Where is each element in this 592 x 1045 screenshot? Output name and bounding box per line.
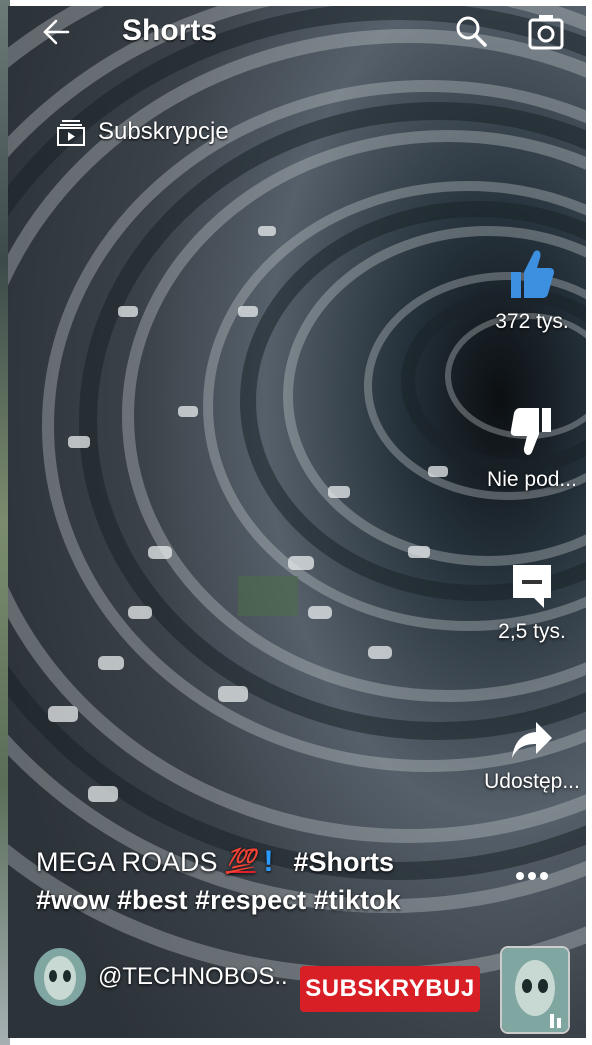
subscriptions-icon [57,120,85,146]
channel-info[interactable]: @TECHNOBOS.. [34,948,288,1006]
more-icon [516,872,548,880]
back-arrow-icon[interactable] [38,14,74,50]
comments-button[interactable]: 2,5 tys. [482,562,582,644]
caption-hashtags[interactable]: #wow #best #respect #tiktok [36,880,476,920]
channel-handle[interactable]: @TECHNOBOS.. [98,963,288,991]
page-title: Shorts [122,14,218,47]
channel-avatar[interactable] [34,948,86,1006]
caption-title: MEGA ROADS [36,847,218,877]
sound-thumbnail[interactable] [500,946,570,1034]
dislike-button[interactable]: Nie pod... [482,406,582,492]
thumbs-up-icon [511,250,554,298]
subscribe-button[interactable]: SUBSKRYBUJ [300,966,480,1012]
comment-icon [513,565,551,608]
dislike-label: Nie pod... [487,468,577,491]
like-button[interactable]: 372 tys. [482,246,582,334]
subscriptions-link[interactable]: Subskrypcje [56,112,229,152]
hashtag-shorts[interactable]: #Shorts [293,844,394,880]
share-label: Udostęp... [484,770,580,793]
shorts-player[interactable]: Shorts Subskrypcje 372 tys. Nie pod... 2… [8,6,586,1038]
thumbs-down-icon [510,408,551,455]
exclamation-emoji: ! [263,845,274,878]
share-icon [512,722,552,758]
share-button[interactable]: Udostęp... [482,718,582,794]
subscriptions-label: Subskrypcje [98,118,229,145]
comment-count: 2,5 tys. [498,620,566,643]
camera-icon[interactable] [526,12,566,52]
top-bar: Shorts [8,6,586,66]
more-button[interactable] [482,866,582,894]
video-caption[interactable]: MEGA ROADS 💯 ! #Shorts #wow #best #respe… [36,844,476,920]
like-count: 372 tys. [495,310,569,333]
hundred-emoji: 💯 [225,848,256,875]
search-icon[interactable] [452,12,490,50]
